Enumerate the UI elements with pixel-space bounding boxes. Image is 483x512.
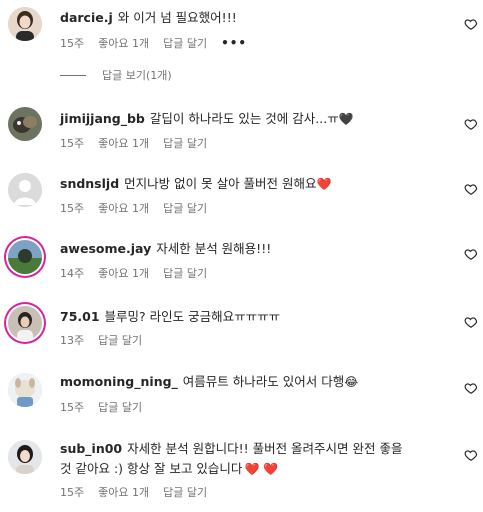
emoji: 🖤 bbox=[338, 112, 354, 126]
heart-outline-icon[interactable] bbox=[464, 315, 478, 329]
likes-count[interactable]: 좋아요 1개 bbox=[98, 484, 149, 500]
reply-button[interactable]: 답글 달기 bbox=[163, 135, 207, 151]
likes-count[interactable]: 좋아요 1개 bbox=[98, 35, 149, 51]
likes-count[interactable]: 좋아요 1개 bbox=[98, 135, 149, 151]
reply-button[interactable]: 답글 달기 bbox=[163, 200, 207, 216]
comment-time[interactable]: 15주 bbox=[60, 200, 84, 216]
username[interactable]: darcie.j bbox=[60, 10, 113, 25]
username[interactable]: momoning_ning_ bbox=[60, 374, 178, 389]
username[interactable]: sndnsljd bbox=[60, 176, 119, 191]
more-options-icon[interactable]: ••• bbox=[221, 36, 247, 50]
reply-button[interactable]: 답글 달기 bbox=[98, 399, 142, 415]
avatar[interactable] bbox=[8, 240, 42, 274]
avatar[interactable] bbox=[8, 373, 42, 407]
view-replies-label: 답글 보기(1개) bbox=[102, 69, 172, 82]
comment-time[interactable]: 15주 bbox=[60, 399, 84, 415]
comment-text: 갈딥이 하나라도 있는 것에 감사...ㅠ bbox=[149, 111, 339, 126]
heart-outline-icon[interactable] bbox=[464, 17, 478, 31]
username[interactable]: 75.01 bbox=[60, 309, 100, 324]
divider-line bbox=[60, 74, 86, 76]
heart-outline-icon[interactable] bbox=[464, 381, 478, 395]
comment-time[interactable]: 15주 bbox=[60, 35, 84, 51]
heart-outline-icon[interactable] bbox=[464, 182, 478, 196]
reply-button[interactable]: 답글 달기 bbox=[98, 332, 142, 348]
comment-text: 자세한 분석 원합니다!! 풀버전 올려주시면 완전 좋을 bbox=[127, 441, 403, 456]
avatar[interactable] bbox=[8, 306, 42, 340]
likes-count[interactable]: 좋아요 1개 bbox=[98, 200, 149, 216]
comment-text: 여름뮤트 하나라도 있어서 다행 bbox=[182, 374, 345, 389]
username[interactable]: awesome.jay bbox=[60, 241, 151, 256]
heart-outline-icon[interactable] bbox=[464, 448, 478, 462]
view-replies-button[interactable]: 답글 보기(1개) bbox=[60, 67, 172, 83]
comment-time[interactable]: 15주 bbox=[60, 484, 84, 500]
comment-text: 블루밍? 라인도 궁금해요ㅠㅠㅠㅠ bbox=[104, 309, 281, 324]
reply-button[interactable]: 답글 달기 bbox=[163, 265, 207, 281]
heart-outline-icon[interactable] bbox=[464, 247, 478, 261]
heart-outline-icon[interactable] bbox=[464, 117, 478, 131]
likes-count[interactable]: 좋아요 1개 bbox=[98, 265, 149, 281]
username[interactable]: sub_in00 bbox=[60, 441, 122, 456]
reply-button[interactable]: 답글 달기 bbox=[163, 484, 207, 500]
comment-text: 먼지나방 없이 못 살아 풀버전 원해요 bbox=[124, 176, 317, 191]
comment-time[interactable]: 15주 bbox=[60, 135, 84, 151]
reply-button[interactable]: 답글 달기 bbox=[163, 35, 207, 51]
avatar[interactable] bbox=[8, 107, 42, 141]
comment-time[interactable]: 14주 bbox=[60, 265, 84, 281]
emoji: ❤️ bbox=[316, 177, 332, 191]
comment-text: 와 이거 넘 필요했어!!! bbox=[117, 10, 237, 25]
username[interactable]: jimijjang_bb bbox=[60, 111, 145, 126]
avatar[interactable] bbox=[8, 440, 42, 474]
avatar[interactable] bbox=[8, 173, 42, 207]
comment-text-line-2: 것 같아요 :) 항상 잘 보고 있습니다 bbox=[60, 461, 243, 476]
comment-time[interactable]: 13주 bbox=[60, 332, 84, 348]
emoji: 😂 bbox=[344, 375, 359, 389]
comment-text: 자세한 분석 원해용!!! bbox=[156, 241, 272, 256]
emoji: ❤️ ❤️ bbox=[244, 462, 279, 476]
avatar[interactable] bbox=[8, 7, 42, 41]
